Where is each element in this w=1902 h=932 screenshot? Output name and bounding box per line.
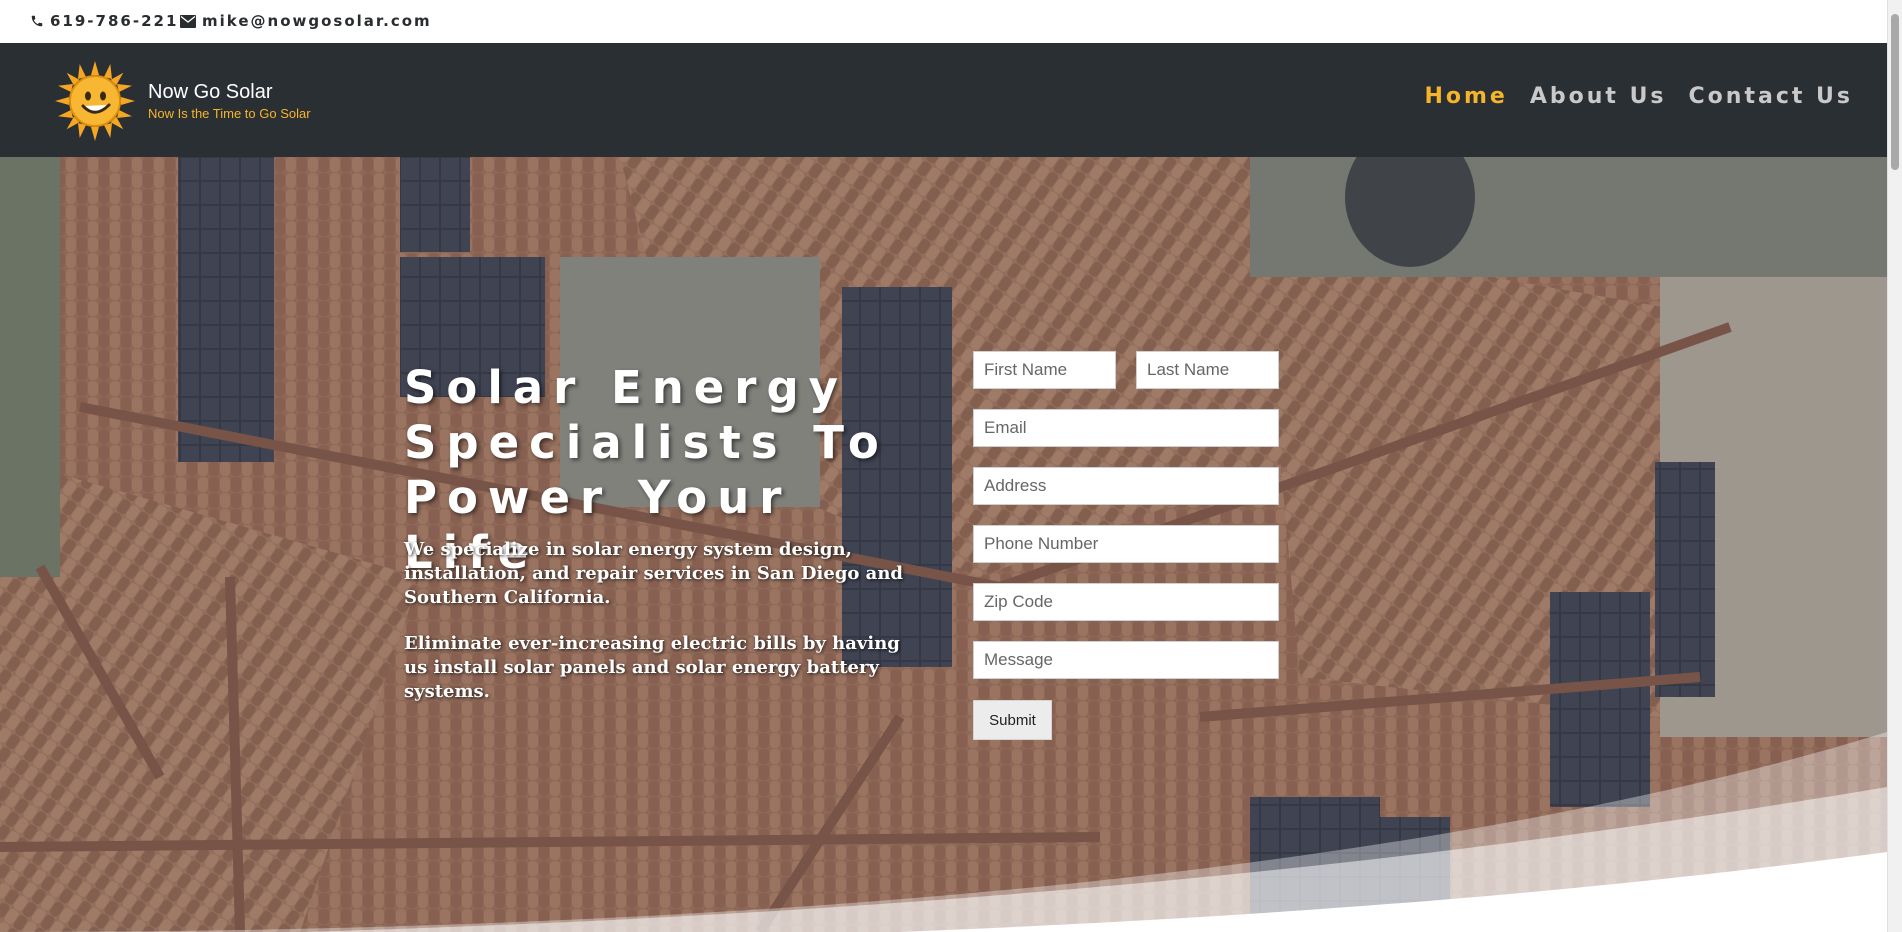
top-email[interactable]: mike@nowgosolar.com xyxy=(180,12,432,30)
top-bar: 619-786-2211 mike@nowgosolar.com xyxy=(0,0,1887,43)
message-field[interactable] xyxy=(973,641,1279,679)
hero-paragraph-1: We specialize in solar energy system des… xyxy=(404,539,904,608)
smiling-sun-logo[interactable] xyxy=(55,61,135,141)
main-nav: Home About Us Contact Us xyxy=(1424,84,1853,109)
top-phone[interactable]: 619-786-2211 xyxy=(30,12,191,30)
email-address: mike@nowgosolar.com xyxy=(202,12,432,30)
scrollbar-thumb[interactable] xyxy=(1891,14,1899,170)
nav-home[interactable]: Home xyxy=(1424,84,1507,109)
phone-icon xyxy=(30,14,44,28)
last-name-field[interactable] xyxy=(1136,351,1279,389)
address-field[interactable] xyxy=(973,467,1279,505)
brand-name[interactable]: Now Go Solar xyxy=(148,81,273,104)
zip-code-field[interactable] xyxy=(973,583,1279,621)
phone-number: 619-786-2211 xyxy=(50,12,191,30)
nav-contact-us[interactable]: Contact Us xyxy=(1689,84,1853,109)
first-name-field[interactable] xyxy=(973,351,1116,389)
brand-tagline: Now Is the Time to Go Solar xyxy=(148,106,311,121)
hero-section: Solar Energy Specialists To Power Your L… xyxy=(0,157,1887,932)
curved-section-divider xyxy=(0,732,1887,932)
nav-about-us[interactable]: About Us xyxy=(1530,84,1667,109)
phone-number-field[interactable] xyxy=(973,525,1279,563)
site-header: Now Go Solar Now Is the Time to Go Solar… xyxy=(0,43,1887,157)
envelope-icon xyxy=(180,14,196,28)
page-scrollbar[interactable] xyxy=(1887,0,1902,932)
email-field[interactable] xyxy=(973,409,1279,447)
